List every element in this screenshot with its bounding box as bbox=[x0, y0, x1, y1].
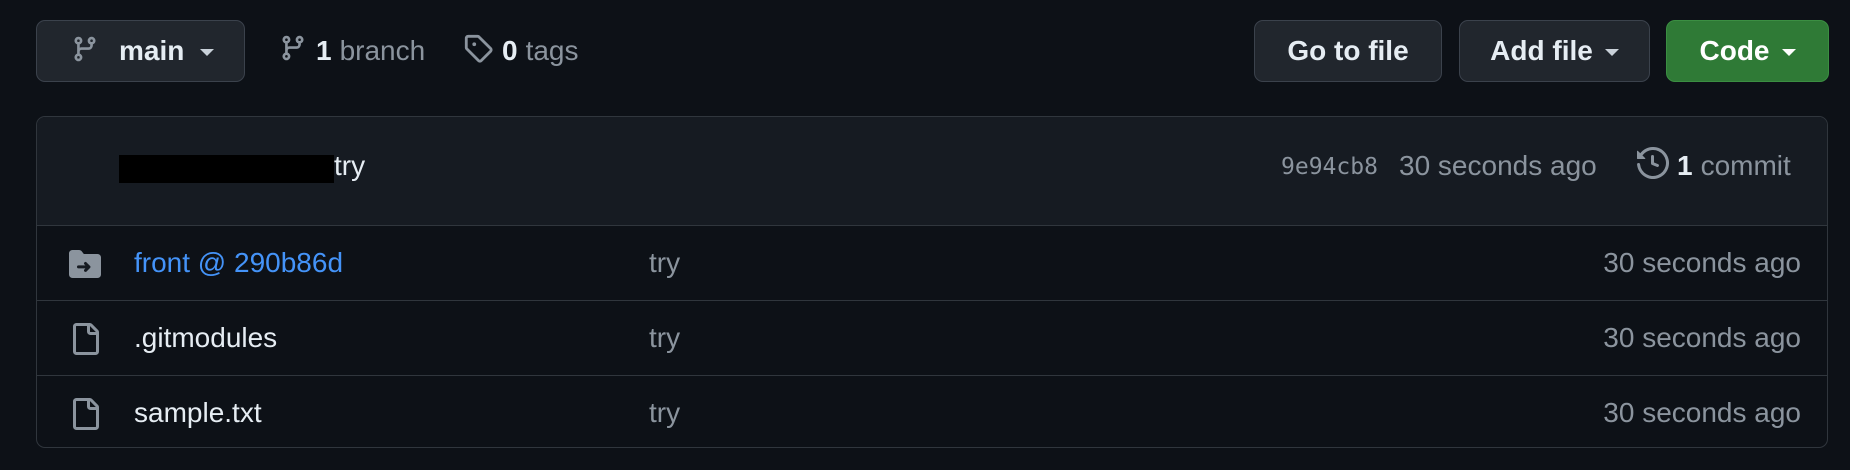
file-name-link[interactable]: front @ 290b86d bbox=[134, 247, 343, 279]
file-commit-message[interactable]: try bbox=[649, 397, 680, 429]
commit-sha[interactable]: 9e94cb8 bbox=[1281, 154, 1378, 180]
commit-count: 1 bbox=[1677, 150, 1693, 181]
tag-label: tags bbox=[525, 35, 579, 66]
git-branch-icon bbox=[279, 34, 307, 69]
branches-link[interactable]: 1 branch bbox=[279, 20, 425, 82]
file-icon bbox=[69, 323, 101, 355]
file-commit-message[interactable]: try bbox=[649, 247, 680, 279]
file-row[interactable]: .gitmodules try 30 seconds ago bbox=[37, 301, 1827, 376]
go-to-file-label: Go to file bbox=[1287, 35, 1409, 66]
file-name-link[interactable]: sample.txt bbox=[134, 397, 262, 429]
tags-link[interactable]: 0 tags bbox=[463, 20, 579, 82]
file-commit-time: 30 seconds ago bbox=[1603, 397, 1801, 428]
chevron-down-icon bbox=[1781, 49, 1796, 56]
commit-message[interactable]: try bbox=[334, 150, 365, 182]
chevron-down-icon bbox=[1604, 49, 1619, 56]
file-icon bbox=[69, 398, 101, 430]
file-commit-time: 30 seconds ago bbox=[1603, 322, 1801, 353]
code-button[interactable]: Code bbox=[1666, 20, 1829, 82]
branch-name: main bbox=[119, 35, 185, 66]
add-file-label: Add file bbox=[1490, 35, 1593, 66]
history-icon bbox=[1637, 146, 1670, 186]
commit-time: 30 seconds ago bbox=[1399, 150, 1597, 181]
file-name-link[interactable]: .gitmodules bbox=[134, 322, 277, 354]
chevron-down-icon bbox=[200, 49, 215, 56]
branch-select-button[interactable]: main bbox=[36, 20, 245, 82]
file-row[interactable]: sample.txt try 30 seconds ago bbox=[37, 376, 1827, 447]
tag-count: 0 bbox=[502, 35, 518, 66]
branch-label: branch bbox=[339, 35, 426, 66]
tag-icon bbox=[463, 33, 493, 70]
file-submodule-icon bbox=[69, 248, 101, 280]
add-file-button[interactable]: Add file bbox=[1459, 20, 1650, 82]
commit-label: commit bbox=[1700, 150, 1791, 181]
file-row[interactable]: front @ 290b86d try 30 seconds ago bbox=[37, 226, 1827, 301]
git-branch-icon bbox=[71, 35, 99, 68]
redacted-author bbox=[119, 155, 334, 183]
file-commit-time: 30 seconds ago bbox=[1603, 247, 1801, 278]
branch-count: 1 bbox=[316, 35, 332, 66]
code-label: Code bbox=[1699, 35, 1770, 66]
repo-toolbar: main 1 branch 0 tags Go to file Add file… bbox=[36, 20, 1829, 84]
commits-link[interactable]: 1 commit bbox=[1637, 143, 1791, 189]
go-to-file-button[interactable]: Go to file bbox=[1254, 20, 1442, 82]
file-browser: try 9e94cb8 30 seconds ago 1 commit fron… bbox=[36, 116, 1828, 448]
file-commit-message[interactable]: try bbox=[649, 322, 680, 354]
latest-commit-bar: try 9e94cb8 30 seconds ago 1 commit bbox=[37, 117, 1827, 226]
